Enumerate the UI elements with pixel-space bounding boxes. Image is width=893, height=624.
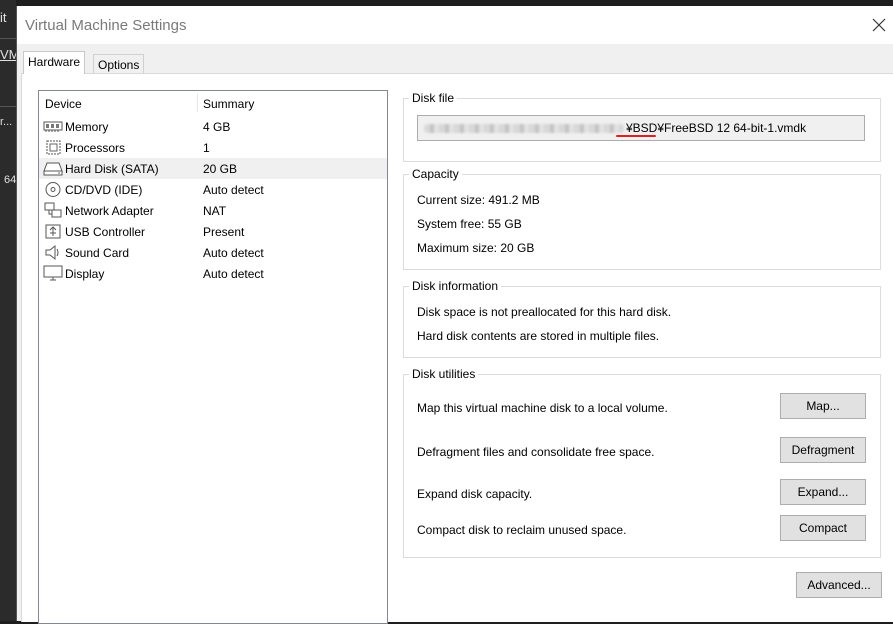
device-row-network-adapter[interactable]: Network Adapter NAT: [39, 200, 387, 221]
memory-icon: [43, 121, 63, 132]
processor-icon: [46, 140, 61, 155]
defragment-description: Defragment files and consolidate free sp…: [417, 445, 655, 459]
device-name: Memory: [65, 120, 109, 134]
group-legend: Capacity: [409, 167, 462, 181]
group-legend: Disk information: [409, 279, 502, 293]
device-name: USB Controller: [65, 225, 146, 239]
close-icon: [872, 18, 886, 32]
device-summary: 4 GB: [203, 120, 231, 134]
device-summary: NAT: [203, 204, 227, 218]
background-divider: [0, 106, 16, 107]
device-row-hard-disk[interactable]: Hard Disk (SATA) 20 GB: [39, 158, 387, 179]
device-name: CD/DVD (IDE): [65, 183, 143, 197]
defragment-button[interactable]: Defragment: [780, 437, 866, 463]
group-legend: Disk utilities: [409, 367, 479, 381]
disk-utilities-group: Disk utilities Map this virtual machine …: [403, 367, 881, 558]
device-summary: Present: [203, 225, 245, 239]
redacted-path: [424, 124, 624, 133]
window-title: Virtual Machine Settings: [25, 17, 187, 34]
monitor-icon: [43, 265, 63, 281]
hardware-panel: Device Summary Memory 4 GB Processors 1 …: [21, 73, 893, 624]
device-summary: 1: [203, 141, 210, 155]
map-button[interactable]: Map...: [780, 393, 866, 419]
device-row-memory[interactable]: Memory 4 GB: [39, 116, 387, 137]
device-name: Sound Card: [65, 246, 130, 260]
map-description: Map this virtual machine disk to a local…: [417, 401, 668, 415]
background-text: it: [0, 10, 7, 25]
close-button[interactable]: [868, 14, 890, 36]
hard-disk-icon: [43, 162, 63, 176]
network-icon: [44, 202, 62, 218]
usb-icon: [45, 224, 61, 239]
maximum-size: Maximum size: 20 GB: [417, 241, 535, 255]
column-header-device[interactable]: Device: [45, 97, 82, 111]
disk-information-group: Disk information Disk space is not preal…: [403, 279, 881, 358]
device-summary: Auto detect: [203, 183, 264, 197]
speaker-icon: [45, 244, 59, 261]
capacity-group: Capacity Current size: 491.2 MB System f…: [403, 167, 881, 270]
device-summary: Auto detect: [203, 246, 264, 260]
device-row-sound-card[interactable]: Sound Card Auto detect: [39, 242, 387, 263]
background-text: 64: [4, 174, 16, 186]
annotation-underline: [616, 135, 656, 137]
background-text: r...: [0, 116, 13, 128]
device-list[interactable]: Device Summary Memory 4 GB Processors 1 …: [38, 90, 388, 624]
disk-file-path: ¥BSD¥FreeBSD 12 64-bit-1.vmdk: [626, 121, 807, 135]
expand-description: Expand disk capacity.: [417, 487, 533, 501]
device-row-usb-controller[interactable]: USB Controller Present: [39, 221, 387, 242]
device-row-display[interactable]: Display Auto detect: [39, 263, 387, 284]
expand-button[interactable]: Expand...: [780, 479, 866, 505]
device-row-processors[interactable]: Processors 1: [39, 137, 387, 158]
device-name: Network Adapter: [65, 204, 154, 218]
compact-description: Compact disk to reclaim unused space.: [417, 523, 627, 537]
title-bar[interactable]: Virtual Machine Settings: [17, 6, 893, 44]
device-name: Display: [65, 267, 105, 281]
vm-settings-dialog: Virtual Machine Settings Hardware Option…: [16, 6, 893, 624]
column-header-summary[interactable]: Summary: [203, 97, 254, 111]
system-free: System free: 55 GB: [417, 217, 522, 231]
device-row-cd-dvd[interactable]: CD/DVD (IDE) Auto detect: [39, 179, 387, 200]
device-name: Hard Disk (SATA): [65, 162, 159, 176]
cd-dvd-icon: [45, 182, 61, 197]
current-size: Current size: 491.2 MB: [417, 193, 540, 207]
tab-options[interactable]: Options: [93, 54, 145, 75]
tab-hardware[interactable]: Hardware: [23, 51, 86, 74]
advanced-button[interactable]: Advanced...: [796, 572, 882, 598]
disk-info-line: Disk space is not preallocated for this …: [417, 305, 672, 319]
background-text: VM: [0, 47, 16, 62]
device-summary: 20 GB: [203, 162, 238, 176]
disk-file-path-field[interactable]: ¥BSD¥FreeBSD 12 64-bit-1.vmdk: [417, 115, 865, 141]
background-app: it VM r... 64: [0, 0, 16, 621]
column-divider[interactable]: [197, 94, 198, 112]
list-header: Device Summary: [39, 91, 387, 113]
background-divider: [0, 38, 16, 39]
disk-info-line: Hard disk contents are stored in multipl…: [417, 329, 660, 343]
group-legend: Disk file: [409, 91, 458, 105]
device-summary: Auto detect: [203, 267, 264, 281]
compact-button[interactable]: Compact: [780, 515, 866, 541]
device-name: Processors: [65, 141, 126, 155]
disk-file-group: Disk file ¥BSD¥FreeBSD 12 64-bit-1.vmdk: [403, 91, 881, 162]
